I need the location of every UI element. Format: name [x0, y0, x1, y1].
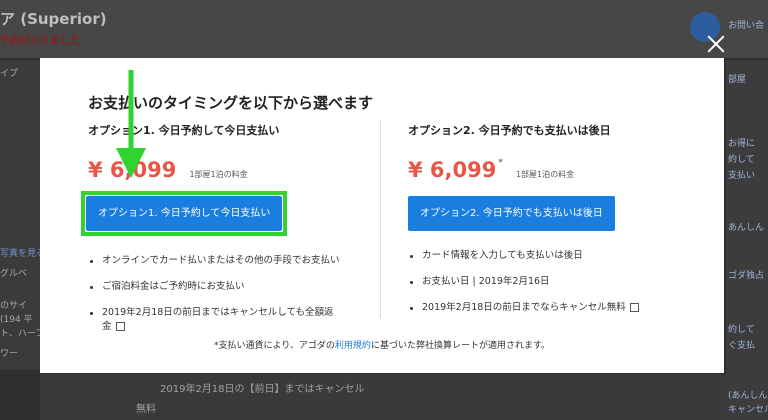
option1-title: オプション1. 今日予約して今日支払い [88, 124, 280, 137]
background-cancel-text: 無料 [136, 404, 156, 415]
external-link-icon[interactable] [629, 303, 639, 312]
option1-button-highlight: オプション1. 今日予約して今日支払い [81, 191, 288, 236]
background-left-link[interactable]: 写真を見る [0, 246, 45, 259]
list-item-text: 2019年2月18日の前日までならキャンセル無料 [422, 302, 626, 313]
background-right-column: 部屋 お得に 約して 支払い あんしん ゴダ独占 約して ぐ支払 (あんしん) … [726, 60, 768, 420]
option2-column: オプション2. 今日予約でも支払いは後日 ¥ 6,099 * 1部屋1泊の料金 オ… [408, 122, 688, 327]
list-item-text: 金 [102, 321, 112, 332]
background-room-title: ア (Superior) [0, 10, 107, 28]
option2-price-row: ¥ 6,099 * 1部屋1泊の料金 [408, 158, 688, 188]
background-right-text: ぐ支払 [728, 341, 756, 351]
background-contact-label[interactable]: お問い合 [728, 18, 768, 31]
background-left-text: イプ [0, 69, 19, 79]
currency-footnote: *支払い通貨により、アゴダの利用規約に基づいた弊社換算レートが適用されます。 [40, 338, 724, 351]
list-item: お支払い日 | 2019年2月16日 [408, 275, 688, 289]
background-bottom-row: 2019年2月18日の【前日】まではキャンセル 無料 [40, 374, 726, 420]
background-left-text: グルベ [0, 269, 28, 279]
background-right-text: キャンセル料 [728, 405, 768, 415]
list-item: オンラインでカード払いまたはその他の手段でお支払い [88, 254, 368, 268]
background-left-text: (194 平 [0, 315, 33, 325]
list-item: 2019年2月18日の前日までならキャンセル無料 [408, 301, 688, 315]
option1-column: オプション1. 今日予約して今日支払い ¥ 6,099 1部屋1泊の料金 オプシ… [81, 122, 368, 334]
background-right-text: 約して [728, 325, 755, 335]
option2-asterisk: * [498, 158, 503, 168]
option2-bullets: カード情報を入力しても支払いは後日 お支払い日 | 2019年2月16日 201… [408, 249, 688, 315]
option2-price: ¥ 6,099 [408, 158, 497, 182]
payment-timing-modal: お支払いのタイミングを以下から選べます オプション1. 今日予約して今日支払い … [40, 58, 724, 373]
background-right-text: (あんしん) [728, 391, 768, 401]
option2-per-night: 1部屋1泊の料金 [515, 170, 575, 179]
background-right-text: お得に [728, 139, 756, 149]
list-item: 2019年2月18日の前日まではキャンセルしても全額返金 [88, 306, 368, 334]
option1-price-row: ¥ 6,099 1部屋1泊の料金 [88, 158, 368, 188]
background-right-text: 部屋 [728, 75, 747, 85]
option1-bullets: オンラインでカード払いまたはその他の手段でお支払い ご宿泊料金はご予約時にお支払… [88, 254, 368, 334]
option1-price: ¥ 6,099 [88, 158, 177, 182]
background-right-text: あんしん [728, 223, 765, 233]
modal-title: お支払いのタイミングを以下から選べます [88, 94, 374, 112]
terms-link[interactable]: 利用規約 [335, 341, 371, 351]
background-header: ア (Superior) 予約が入りました お問い合 [0, 0, 768, 58]
option1-per-night: 1部屋1泊の料金 [189, 170, 248, 179]
option2-button[interactable]: オプション2. 今日予約でも支払いは後日 [408, 196, 615, 231]
option2-title: オプション2. 今日予約でも支払いは後日 [408, 124, 611, 137]
background-right-text: ゴダ独占 [728, 271, 765, 281]
list-item-text: 2019年2月18日の前日まではキャンセルしても全額返 [102, 307, 334, 318]
background-room-subtitle: 予約が入りました [0, 36, 80, 47]
close-icon[interactable] [704, 32, 728, 56]
background-cancel-text: 2019年2月18日の【前日】まではキャンセル [160, 384, 365, 395]
background-left-text: のサイ [0, 301, 28, 311]
background-left-text: ワー [0, 349, 19, 359]
background-right-text: 支払い [728, 171, 756, 181]
background-left-text: ト、ハーフ [0, 329, 45, 339]
list-item: カード情報を入力しても支払いは後日 [408, 249, 688, 263]
background-left-column: イプ 写真を見る グルベ のサイ (194 平 ト、ハーフ ワー [0, 60, 45, 370]
footnote-prefix: *支払い通貨により、アゴダの [213, 341, 335, 351]
option1-button[interactable]: オプション1. 今日予約して今日支払い [86, 196, 283, 231]
list-item: ご宿泊料金はご予約時にお支払い [88, 280, 368, 294]
column-divider [380, 120, 381, 318]
footnote-suffix: に基づいた弊社換算レートが適用されます。 [370, 341, 551, 351]
external-link-icon[interactable] [115, 322, 125, 331]
background-right-text: 約して [728, 155, 755, 165]
